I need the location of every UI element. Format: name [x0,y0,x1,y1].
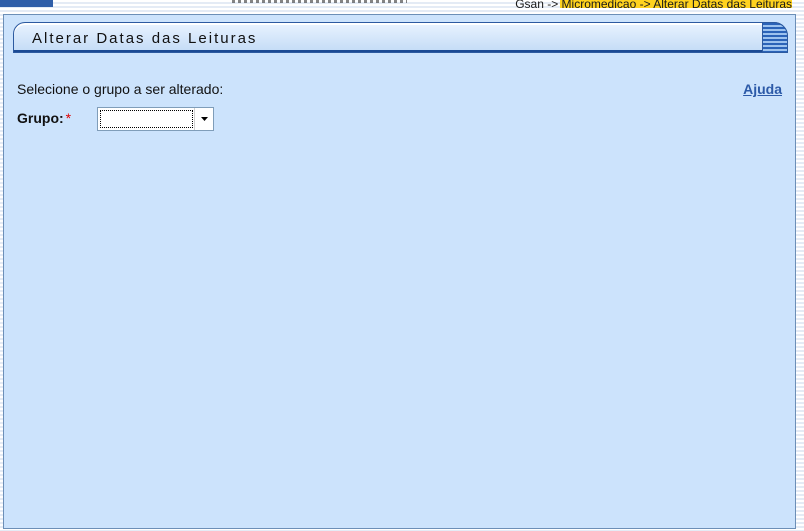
page-title: Alterar Datas das Leituras [32,30,258,47]
chevron-down-icon [200,117,208,121]
group-label-text: Grupo: [17,110,64,126]
group-select[interactable] [97,107,214,131]
top-left-accent [0,0,53,7]
group-select-value [100,110,193,128]
breadcrumb-area: Gsan -> Micromedicao -> Alterar Datas da… [515,0,792,12]
title-bar-decoration [762,22,788,53]
group-select-dropdown-button[interactable] [194,108,213,130]
help-link[interactable]: Ajuda [743,81,782,97]
group-label: Grupo: * [17,110,71,126]
panel-title-bar: Alterar Datas das Leituras [13,22,788,53]
main-panel: Alterar Datas das Leituras Selecione o g… [3,14,796,529]
top-header-fragment [232,0,407,3]
instruction-text: Selecione o grupo a ser alterado: [17,81,224,97]
required-marker: * [65,110,72,126]
breadcrumb: Gsan -> Micromedicao -> Alterar Datas da… [515,0,792,11]
